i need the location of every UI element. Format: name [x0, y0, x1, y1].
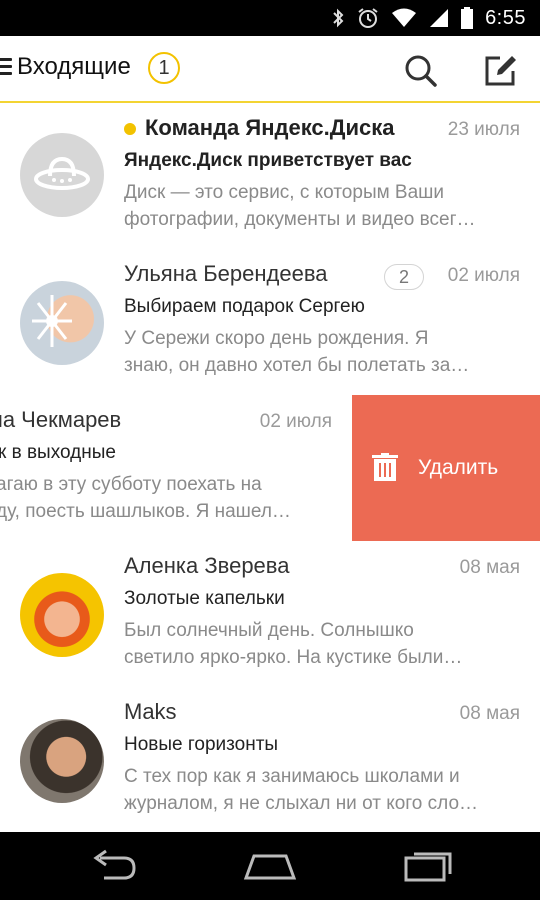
message-date: 02 июля: [259, 411, 332, 432]
message-date: 08 мая: [459, 557, 520, 578]
bluetooth-icon: [333, 8, 344, 28]
avatar-ulyana: [20, 281, 104, 365]
message-date: 02 июля: [447, 265, 520, 286]
message-preview: Был солнечный день. Солнышко светило ярк…: [124, 617, 514, 671]
message-date: 23 июля: [447, 119, 520, 140]
message-subject: к в выходные: [0, 442, 116, 463]
wifi-icon: [392, 8, 417, 27]
message-row[interactable]: Maks 08 мая Новые горизонты С тех пор ка…: [0, 687, 540, 832]
swiped-message-row[interactable]: ла Чекмарев 02 июля к в выходные агаю в …: [0, 395, 540, 541]
home-button[interactable]: [242, 848, 298, 884]
recent-apps-button[interactable]: [400, 848, 456, 884]
back-icon: [93, 849, 136, 880]
sender-name: Команда Яндекс.Диска: [145, 115, 395, 140]
folder-title[interactable]: Входящие: [17, 53, 131, 81]
battery-icon: [461, 7, 474, 29]
message-row[interactable]: Команда Яндекс.Диска 23 июля Яндекс.Диск…: [0, 103, 540, 249]
unread-count-badge: 1: [148, 52, 180, 84]
preview-line: агаю в эту субботу поехать на: [0, 474, 262, 495]
preview-line: знаю, он давно хотел бы полетать за…: [124, 355, 470, 376]
preview-line: Диск — это сервис, с которым Ваши: [124, 182, 445, 203]
preview-line: Был солнечный день. Солнышко: [124, 620, 414, 641]
message-preview: С тех пор как я занимаюсь школами и журн…: [124, 763, 514, 817]
delete-button[interactable]: Удалить: [352, 395, 540, 541]
sender-name: ла Чекмарев: [0, 407, 122, 432]
preview-line: С тех пор как я занимаюсь школами и: [124, 766, 460, 787]
preview-line: ду, поесть шашлыков. Я нашел…: [0, 501, 291, 522]
thread-count-badge: 2: [384, 264, 424, 290]
signal-icon: [430, 9, 449, 27]
preview-line: У Сережи скоро день рождения. Я: [124, 328, 429, 349]
avatar-yandex-disk: [20, 133, 104, 217]
avatar-maks: [20, 719, 104, 803]
trash-icon: [372, 453, 398, 481]
sender-name: Maks: [124, 699, 177, 724]
menu-icon[interactable]: [0, 58, 12, 76]
message-subject: Золотые капельки: [124, 588, 285, 609]
recent-apps-icon: [404, 852, 452, 882]
message-list: Команда Яндекс.Диска 23 июля Яндекс.Диск…: [0, 103, 540, 832]
message-subject: Выбираем подарок Сергею: [124, 296, 365, 317]
status-icons: 6:55: [331, 0, 526, 36]
message-preview: агаю в эту субботу поехать на ду, поесть…: [0, 471, 336, 525]
message-preview: У Сережи скоро день рождения. Я знаю, он…: [124, 325, 514, 379]
sender-name: Ульяна Берендеева: [124, 261, 328, 286]
message-date: 08 мая: [459, 703, 520, 724]
swiped-message-content[interactable]: ла Чекмарев 02 июля к в выходные агаю в …: [0, 395, 352, 541]
navigation-bar: [0, 832, 540, 900]
home-icon: [243, 854, 297, 880]
delete-label: Удалить: [418, 456, 499, 479]
back-button[interactable]: [86, 848, 142, 884]
compose-button[interactable]: [484, 54, 518, 88]
preview-line: фотографии, документы и видео всег…: [124, 209, 476, 230]
message-preview: Диск — это сервис, с которым Ваши фотогр…: [124, 179, 514, 233]
compose-icon: [485, 56, 516, 86]
avatar-alenka: [20, 573, 104, 657]
alarm-icon: [358, 8, 378, 28]
status-time: 6:55: [485, 6, 526, 29]
message-row[interactable]: Аленка Зверева 08 мая Золотые капельки Б…: [0, 541, 540, 687]
message-subject: Яндекс.Диск приветствует вас: [124, 150, 412, 171]
preview-line: светило ярко-ярко. На кустике были…: [124, 647, 463, 668]
ufo-icon: [34, 156, 90, 190]
app-bar: Входящие 1: [0, 36, 540, 103]
search-button[interactable]: [404, 54, 438, 88]
unread-indicator: [124, 123, 136, 135]
search-icon: [405, 55, 437, 87]
status-bar: 6:55: [0, 0, 540, 36]
message-subject: Новые горизонты: [124, 734, 279, 755]
preview-line: журналом, я не слыхал ни от кого сло…: [124, 793, 479, 814]
message-row[interactable]: Ульяна Берендеева 2 02 июля Выбираем под…: [0, 249, 540, 395]
sender-name: Аленка Зверева: [124, 553, 290, 578]
snowflake-icon: [32, 295, 72, 347]
